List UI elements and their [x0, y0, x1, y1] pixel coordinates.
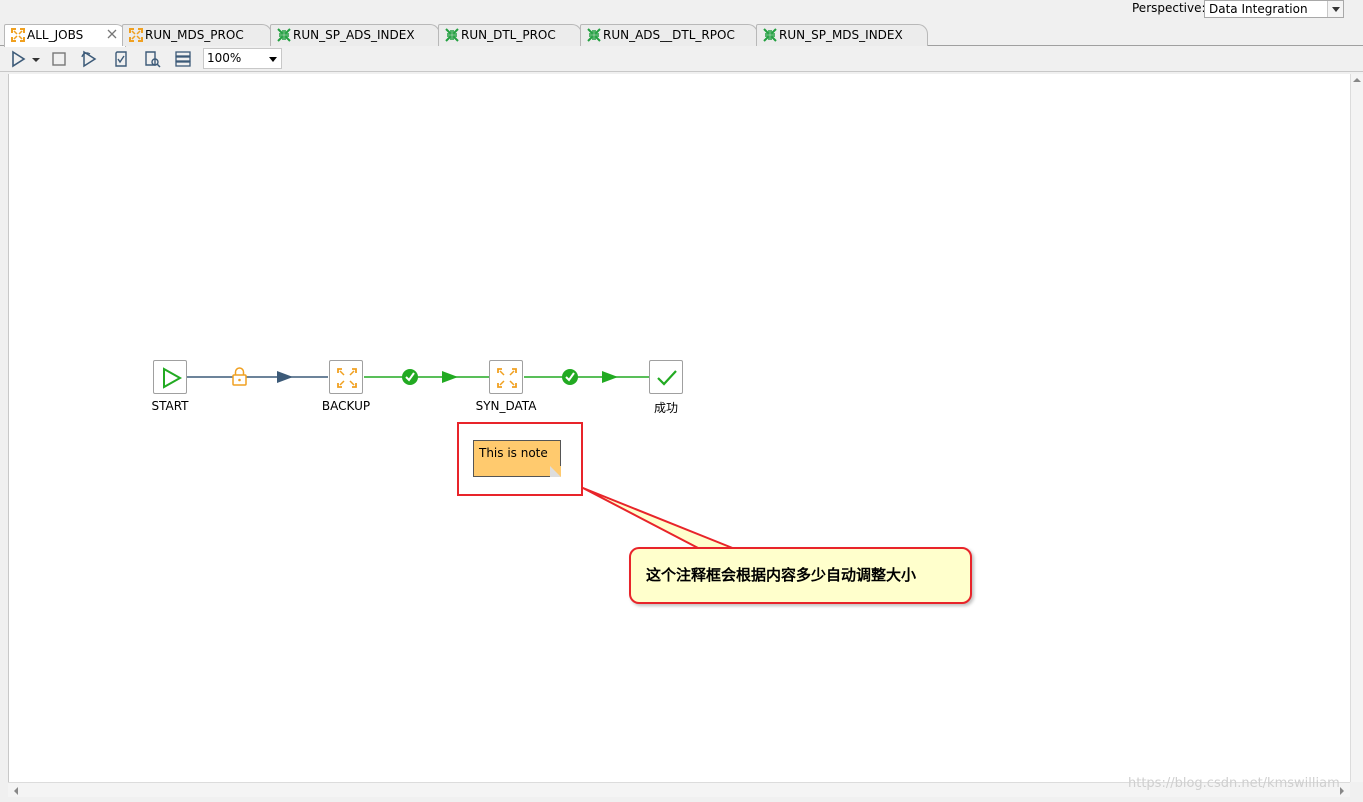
callout-bubble: 这个注释框会根据内容多少自动调整大小: [629, 547, 972, 604]
job-entry-syn-data[interactable]: [489, 360, 523, 394]
arrow-head-icon: [602, 371, 618, 383]
hop-backup-syndata[interactable]: [364, 369, 489, 385]
hop-syndata-success[interactable]: [524, 369, 649, 385]
note-text: This is note: [479, 446, 548, 460]
canvas-note[interactable]: This is note: [473, 440, 561, 477]
job-entry-success[interactable]: [649, 360, 683, 394]
watermark: https://blog.csdn.net/kmswilliam: [1128, 776, 1340, 791]
hop-start-backup[interactable]: [187, 367, 328, 386]
success-check-icon: [657, 370, 677, 386]
node-label-start: START: [151, 399, 189, 413]
window-bottom-edge: [0, 797, 1363, 802]
start-icon: [163, 367, 183, 389]
pentaho-spoon-window: Perspective: Data Integration ALL_JOBS R…: [0, 0, 1363, 802]
job-entry-start[interactable]: [153, 360, 187, 394]
callout-text: 这个注释框会根据内容多少自动调整大小: [646, 566, 917, 584]
scroll-up-icon[interactable]: [1353, 78, 1361, 82]
node-label-backup: BACKUP: [321, 399, 371, 413]
lock-icon: [232, 367, 247, 386]
note-fold-corner: [550, 466, 561, 477]
job-entry-backup[interactable]: [329, 360, 363, 394]
job-entry-icon: [497, 368, 517, 388]
check-circle-icon: [402, 369, 418, 385]
scroll-left-icon[interactable]: [14, 787, 18, 795]
node-label-syn-data: SYN_DATA: [475, 399, 537, 413]
scroll-right-icon[interactable]: [1340, 787, 1344, 795]
callout-pointer: [582, 487, 736, 550]
vertical-scrollbar[interactable]: [1350, 74, 1363, 782]
arrow-head-icon: [277, 371, 293, 383]
job-entry-icon: [337, 368, 357, 388]
node-label-success: 成功: [653, 401, 679, 415]
check-circle-icon: [562, 369, 578, 385]
hop-layer: [187, 367, 736, 550]
arrow-head-icon: [442, 371, 458, 383]
